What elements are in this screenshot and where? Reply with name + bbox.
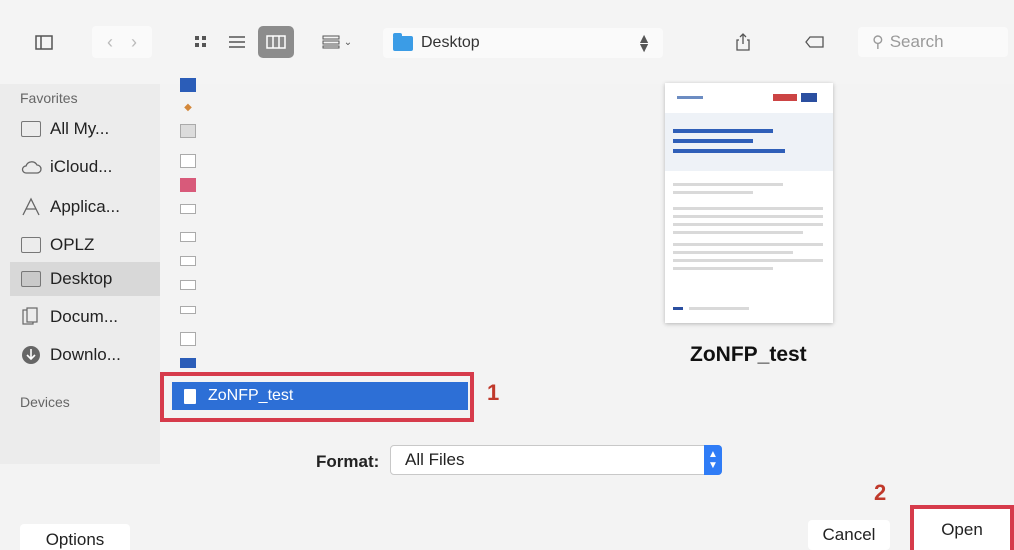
toolbar: ‹ › ⌄ Desktop ▲ ▼ ⚲ Search bbox=[0, 0, 1014, 84]
tags-button[interactable] bbox=[800, 26, 830, 58]
file-preview-thumbnail bbox=[665, 83, 833, 323]
all-my-files-icon bbox=[20, 120, 42, 138]
sidebar-item-all-my-files[interactable]: All My... bbox=[10, 112, 160, 146]
location-label: Desktop bbox=[421, 34, 480, 51]
icon-view-icon bbox=[195, 36, 206, 47]
favorites-heading: Favorites bbox=[20, 90, 78, 106]
word-file-icon[interactable] bbox=[180, 358, 196, 368]
desktop-folder-icon bbox=[20, 270, 42, 288]
format-label: Format: bbox=[316, 452, 380, 471]
file-icon[interactable] bbox=[180, 232, 196, 242]
devices-heading: Devices bbox=[20, 394, 70, 410]
format-value: All Files bbox=[405, 450, 465, 469]
share-button[interactable] bbox=[730, 26, 756, 58]
document-icon[interactable] bbox=[180, 332, 196, 346]
back-icon[interactable]: ‹ bbox=[107, 32, 113, 53]
image-file-icon[interactable] bbox=[180, 178, 196, 192]
arrange-button[interactable]: ⌄ bbox=[316, 26, 358, 58]
preview-title-graphic bbox=[673, 129, 785, 153]
document-icon[interactable] bbox=[180, 154, 196, 168]
sidebar-toggle-button[interactable] bbox=[30, 26, 58, 58]
forward-icon[interactable]: › bbox=[131, 32, 137, 53]
word-file-icon[interactable] bbox=[180, 78, 196, 92]
cloud-icon bbox=[20, 158, 42, 176]
downloads-icon bbox=[20, 346, 42, 364]
sidebar: Favorites All My... iCloud... Applica...… bbox=[0, 84, 160, 464]
sidebar-item-label: iCloud... bbox=[50, 157, 113, 176]
chevron-down-icon: ⌄ bbox=[343, 36, 353, 48]
file-icon[interactable] bbox=[180, 306, 196, 314]
sidebar-item-label: OPLZ bbox=[50, 235, 95, 254]
sidebar-item-label: Applica... bbox=[50, 197, 120, 216]
sidebar-item-desktop[interactable]: Desktop bbox=[10, 262, 160, 296]
search-icon: ⚲ bbox=[872, 34, 884, 51]
list-view-icon bbox=[229, 36, 245, 48]
sidebar-item-documents[interactable]: Docum... bbox=[10, 300, 160, 334]
annotation-marker-2: 2 bbox=[874, 480, 887, 505]
sidebar-item-oplz[interactable]: OPLZ bbox=[10, 228, 160, 262]
options-button[interactable]: Options bbox=[20, 524, 130, 550]
back-forward-buttons[interactable]: ‹ › bbox=[92, 26, 152, 58]
sidebar-item-label: Desktop bbox=[50, 269, 113, 288]
icon-view-button[interactable] bbox=[190, 26, 212, 58]
updown-chevron-icon: ▲ ▼ bbox=[704, 445, 722, 475]
sidebar-item-downloads[interactable]: Downlo... bbox=[10, 338, 160, 372]
documents-icon bbox=[20, 307, 42, 326]
sidebar-item-icloud[interactable]: iCloud... bbox=[10, 150, 160, 184]
sidebar-item-label: Docum... bbox=[50, 307, 119, 326]
location-popup[interactable]: Desktop ▲ ▼ bbox=[383, 28, 663, 58]
file-icon[interactable] bbox=[180, 280, 196, 290]
search-placeholder: Search bbox=[889, 32, 944, 51]
file-column: ◆ bbox=[170, 70, 210, 380]
updown-chevron-icon: ▲ ▼ bbox=[637, 30, 651, 55]
column-view-icon bbox=[266, 35, 286, 49]
file-icon[interactable]: ◆ bbox=[180, 102, 196, 116]
annotation-marker-1: 1 bbox=[487, 380, 500, 405]
search-field[interactable]: ⚲ Search bbox=[858, 27, 1008, 57]
sidebar-toggle-icon bbox=[35, 34, 53, 50]
open-button[interactable]: Open bbox=[910, 505, 1014, 550]
preview-filename: ZoNFP_test bbox=[690, 343, 807, 366]
column-view-button[interactable] bbox=[258, 26, 294, 58]
tag-icon bbox=[805, 36, 824, 48]
arrange-icon bbox=[322, 35, 340, 49]
applications-icon bbox=[20, 197, 42, 216]
sidebar-item-label: Downlo... bbox=[50, 345, 121, 364]
format-select[interactable]: All Files ▲ ▼ bbox=[390, 445, 722, 475]
annotation-box-1 bbox=[160, 372, 474, 422]
cancel-button[interactable]: Cancel bbox=[808, 520, 890, 550]
file-icon[interactable] bbox=[180, 124, 196, 138]
folder-icon bbox=[393, 32, 413, 51]
preview-header-logos bbox=[677, 93, 817, 102]
file-icon[interactable] bbox=[180, 256, 196, 266]
file-icon[interactable] bbox=[180, 204, 196, 214]
share-icon bbox=[736, 33, 750, 51]
folder-icon bbox=[20, 236, 42, 254]
list-view-button[interactable] bbox=[224, 26, 250, 58]
sidebar-item-applications[interactable]: Applica... bbox=[10, 190, 160, 224]
sidebar-item-label: All My... bbox=[50, 119, 110, 138]
